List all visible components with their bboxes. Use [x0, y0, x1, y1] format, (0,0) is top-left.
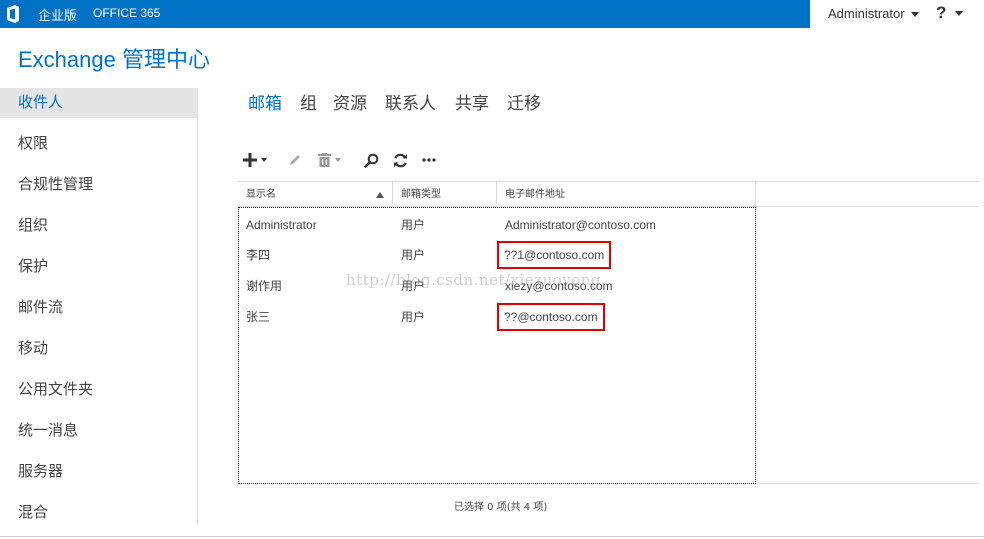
- tab-mailboxes[interactable]: 邮箱: [248, 89, 282, 114]
- nav-item-mobile[interactable]: 移动: [0, 334, 198, 364]
- cell-mailbox-type: 用户: [401, 310, 426, 324]
- column-header-email[interactable]: 电子邮件地址: [497, 182, 756, 207]
- tab-resources[interactable]: 资源: [333, 89, 367, 114]
- help-icon: ?: [936, 3, 947, 22]
- suite-header: 企业版 OFFICE 365: [0, 0, 810, 28]
- cell-display-name: Administrator: [246, 218, 317, 232]
- table-row[interactable]: Administrator 用户 Administrator@contoso.c…: [239, 210, 757, 240]
- cell-mailbox-type: 用户: [401, 248, 426, 262]
- chevron-down-icon: [955, 11, 964, 17]
- nav-item-compliance[interactable]: 合规性管理: [0, 170, 198, 200]
- table-row[interactable]: 张三 用户 ??@contoso.com: [239, 302, 757, 332]
- search-icon: [364, 153, 379, 168]
- chevron-down-icon: [910, 12, 919, 18]
- sort-ascending-icon: [376, 192, 384, 198]
- refresh-icon: [394, 153, 407, 167]
- user-menu[interactable]: Administrator: [828, 6, 919, 21]
- cell-display-name: 李四: [246, 248, 271, 262]
- list-body: Administrator 用户 Administrator@contoso.c…: [238, 207, 756, 484]
- cell-email: Administrator@contoso.com: [505, 218, 656, 232]
- nav-item-unified-messaging[interactable]: 统一消息: [0, 416, 198, 446]
- cell-mailbox-type: 用户: [401, 218, 426, 232]
- delete-icon: [318, 153, 331, 167]
- left-nav: 收件人 权限 合规性管理 组织 保护 邮件流 移动 公用文件夹 统一消息 服务器…: [0, 88, 198, 524]
- search-button[interactable]: [364, 148, 379, 172]
- table-header: 显示名 邮箱类型 电子邮件地址: [238, 181, 979, 207]
- brand-primary[interactable]: 企业版: [38, 5, 77, 24]
- top-bar: 企业版 OFFICE 365 Administrator ?: [0, 0, 984, 28]
- chevron-down-icon: [261, 158, 267, 162]
- help-menu[interactable]: ?: [936, 3, 964, 23]
- office-logo-icon[interactable]: [6, 5, 20, 23]
- mailbox-list: 显示名 邮箱类型 电子邮件地址 Administrator 用户 Adminis…: [238, 181, 979, 485]
- refresh-button[interactable]: [393, 148, 408, 172]
- chevron-down-icon: [335, 158, 341, 162]
- cell-email-highlighted: ??@contoso.com: [497, 303, 605, 331]
- column-header-mailbox-type[interactable]: 邮箱类型: [393, 182, 497, 207]
- nav-item-hybrid[interactable]: 混合: [0, 498, 198, 528]
- nav-item-recipients[interactable]: 收件人: [0, 88, 198, 118]
- column-header-label: 显示名: [246, 189, 276, 200]
- tab-contacts[interactable]: 联系人: [385, 89, 436, 114]
- tab-migration[interactable]: 迁移: [507, 89, 541, 114]
- table-row[interactable]: 李四 用户 ??1@contoso.com: [239, 240, 757, 270]
- column-header-display-name[interactable]: 显示名: [238, 182, 393, 207]
- cell-email-highlighted: ??1@contoso.com: [496, 241, 612, 269]
- tab-sharing[interactable]: 共享: [455, 89, 489, 114]
- nav-item-protection[interactable]: 保护: [0, 252, 198, 282]
- selection-status: 已选择 0 项(共 4 项): [454, 502, 548, 513]
- more-icon: [422, 158, 436, 162]
- nav-item-organization[interactable]: 组织: [0, 211, 198, 241]
- page-title: Exchange 管理中心: [18, 47, 210, 72]
- nav-item-mail-flow[interactable]: 邮件流: [0, 293, 198, 323]
- cell-display-name: 谢作用: [246, 279, 283, 293]
- nav-item-public-folders[interactable]: 公用文件夹: [0, 375, 198, 405]
- nav-item-servers[interactable]: 服务器: [0, 457, 198, 487]
- nav-item-permissions[interactable]: 权限: [0, 129, 198, 159]
- cell-display-name: 张三: [246, 310, 271, 324]
- detail-pane-divider: [756, 483, 979, 484]
- watermark: http://blog.csdn.net/xiezuoyong: [346, 271, 602, 289]
- brand-secondary[interactable]: OFFICE 365: [93, 6, 160, 20]
- divider: [0, 536, 984, 537]
- add-button[interactable]: [243, 148, 267, 172]
- user-name: Administrator: [828, 6, 905, 21]
- delete-button[interactable]: [318, 148, 341, 172]
- edit-icon: [290, 155, 300, 165]
- edit-button[interactable]: [288, 148, 302, 172]
- tab-groups[interactable]: 组: [300, 89, 317, 114]
- add-icon: [243, 153, 257, 167]
- more-button[interactable]: [422, 148, 436, 172]
